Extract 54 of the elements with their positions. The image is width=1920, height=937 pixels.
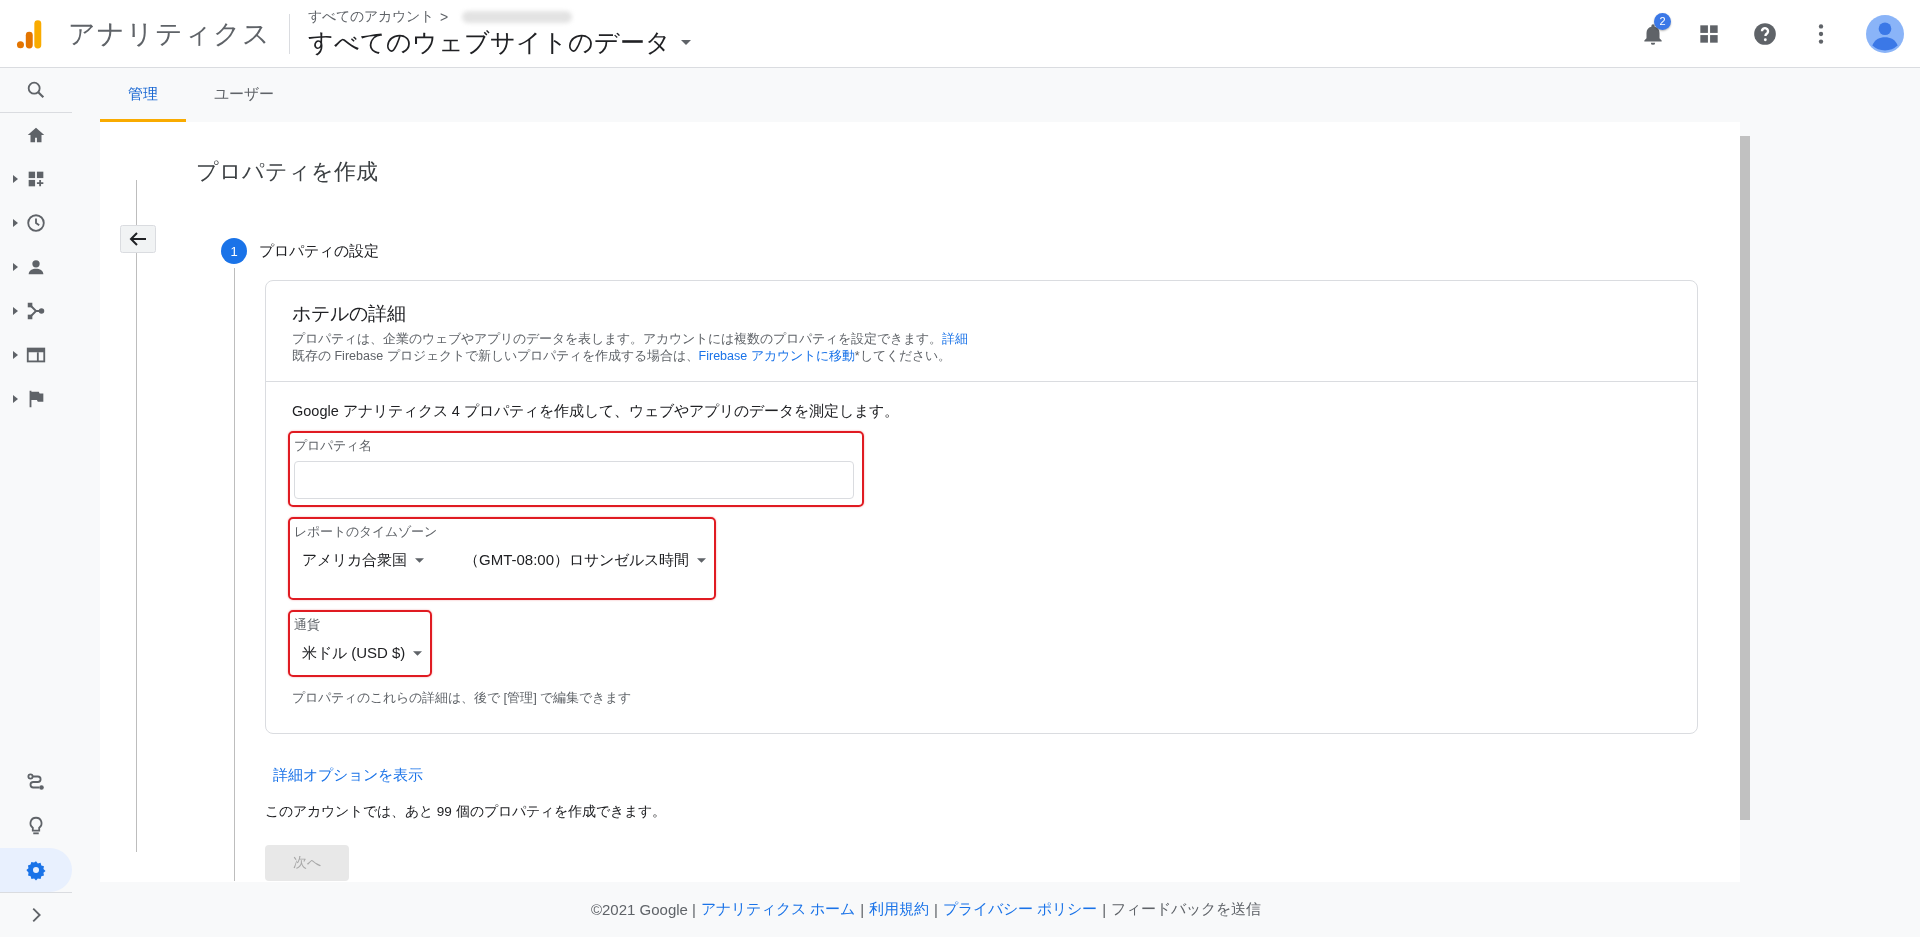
analytics-logo-icon bbox=[16, 17, 42, 50]
clock-icon bbox=[25, 212, 47, 234]
scrollbar[interactable] bbox=[1740, 136, 1750, 820]
expand-arrow-icon bbox=[13, 351, 18, 359]
help-icon[interactable] bbox=[1752, 20, 1778, 47]
breadcrumb-separator: > bbox=[440, 9, 449, 25]
page-title: プロパティを作成 bbox=[196, 158, 379, 186]
expand-arrow-icon bbox=[13, 263, 18, 271]
footer-link[interactable]: 利用規約 bbox=[869, 900, 930, 919]
breadcrumb-link[interactable]: すべてのアカウント bbox=[308, 8, 434, 26]
footer-text: | bbox=[934, 901, 938, 918]
avatar-icon[interactable] bbox=[1866, 14, 1904, 53]
settings-nav-item[interactable] bbox=[0, 848, 72, 892]
tab[interactable]: ユーザー bbox=[186, 68, 302, 122]
view-selector[interactable]: すべてのウェブサイトのデータ bbox=[308, 26, 691, 59]
expand-arrow-icon bbox=[13, 175, 18, 183]
expand-arrow-icon bbox=[13, 219, 18, 227]
description-text: 既存の Firebase プロジェクトで新しいプロパティを作成する場合は、 bbox=[292, 349, 699, 363]
card-title: ホテルの詳細 bbox=[292, 302, 407, 326]
caret-icon bbox=[413, 651, 423, 656]
field-label: 通貨 bbox=[294, 616, 321, 634]
search-icon bbox=[25, 79, 47, 101]
app-name: アナリティクス bbox=[68, 17, 271, 51]
footer-text: | bbox=[860, 901, 865, 918]
hint-text: プロパティのこれらの詳細は、後で [管理] で編集できます bbox=[292, 689, 633, 707]
text-field[interactable] bbox=[294, 461, 854, 499]
caret-icon bbox=[681, 40, 691, 45]
branch-icon bbox=[25, 300, 47, 322]
description-text: *してください。 bbox=[854, 349, 951, 363]
footer-link[interactable]: プライバシー ポリシー bbox=[942, 900, 1098, 919]
notification-badge: 2 bbox=[1654, 12, 1671, 30]
dropdown[interactable]: （GMT-08:00）ロサンゼルス時間 bbox=[464, 551, 707, 570]
field-label: レポートのタイムゾーン bbox=[294, 523, 438, 541]
step-number: 1 bbox=[221, 238, 247, 264]
settings-icon bbox=[25, 859, 47, 881]
caret-icon bbox=[697, 558, 707, 563]
expand-arrow-icon bbox=[13, 307, 18, 315]
footer-text: | bbox=[1102, 901, 1107, 918]
dropdown[interactable]: アメリカ合衆国 bbox=[302, 551, 424, 570]
remaining-text: このアカウントでは、あと 99 個のプロパティを作成できます。 bbox=[265, 803, 667, 821]
route-icon bbox=[25, 771, 47, 793]
intro-text: Google アナリティクス 4 プロパティを作成して、ウェブやアプリのデータを測定します。 bbox=[292, 402, 900, 421]
advanced-options-link[interactable]: 詳細オプションを表示 bbox=[273, 766, 423, 785]
description-text: プロパティは、企業のウェブやアプリのデータを表します。アカウントには複数のプロパティを設定できます。 bbox=[292, 332, 942, 346]
dropdown[interactable]: 米ドル (USD $) bbox=[302, 644, 423, 663]
footer-link[interactable]: アナリティクス ホーム bbox=[701, 900, 856, 919]
footer-text: ©2021 Google | bbox=[590, 901, 696, 918]
link[interactable]: Firebase アカウントに移動 bbox=[698, 349, 855, 363]
field-label: プロパティ名 bbox=[294, 437, 373, 455]
step-label: プロパティの設定 bbox=[259, 241, 379, 261]
link[interactable]: 詳細 bbox=[942, 332, 968, 346]
caret-icon bbox=[415, 558, 424, 563]
footer-text: フィードバックを送信 bbox=[1111, 900, 1262, 919]
expand-arrow-icon bbox=[13, 395, 18, 403]
